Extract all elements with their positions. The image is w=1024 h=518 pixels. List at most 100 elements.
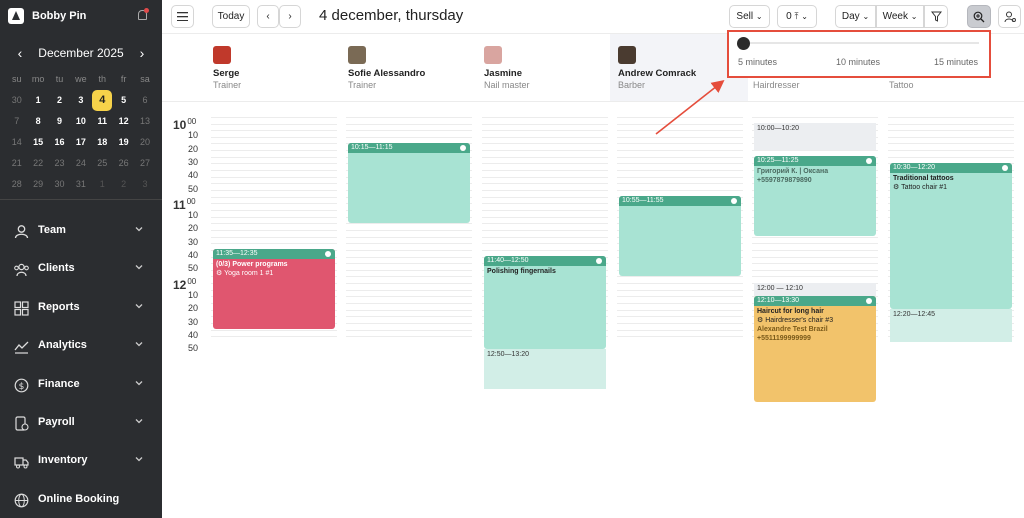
time-label: 10	[187, 130, 198, 141]
sidebar-item-team[interactable]: Team	[0, 212, 162, 250]
calendar-day[interactable]: 12	[113, 111, 134, 132]
appointment-card[interactable]: 11:40—12:50 Polishing fingernails	[484, 256, 606, 350]
grid-line	[211, 156, 337, 158]
sell-button[interactable]: Sell ⌄	[729, 5, 770, 28]
blocked-time-slot[interactable]: 10:00—10:20	[754, 123, 876, 150]
zoom-slider-track[interactable]	[741, 42, 979, 44]
calendar-day[interactable]: 1	[92, 174, 113, 195]
zoom-button[interactable]	[967, 5, 991, 28]
staff-role: Tattoo	[889, 80, 914, 90]
appointment-card[interactable]: 10:55—11:55	[619, 196, 741, 276]
sidebar-item-finance[interactable]: $ Finance	[0, 366, 162, 404]
calendar-day[interactable]: 30	[49, 174, 70, 195]
staff-column-header[interactable]: Jasmine Nail master	[484, 46, 614, 96]
sidebar-item-label: Payroll	[38, 416, 75, 428]
clock-icon	[1002, 164, 1008, 171]
calendar-day-selected[interactable]: 4	[92, 90, 113, 111]
calendar-day[interactable]: 16	[49, 132, 70, 153]
calendar-day[interactable]: 2	[113, 174, 134, 195]
weekday-label: tu	[55, 74, 64, 84]
grid-line	[346, 223, 472, 225]
calendar-day[interactable]: 11	[92, 111, 113, 132]
grid-line	[346, 336, 472, 338]
calendar-day[interactable]: 8	[27, 111, 48, 132]
calendar-day[interactable]: 9	[49, 111, 70, 132]
calendar-day[interactable]: 1	[27, 90, 48, 111]
grid-line	[211, 123, 337, 125]
calendar-day[interactable]: 25	[92, 153, 113, 174]
grid-line	[617, 283, 743, 285]
calendar-day[interactable]: 19	[113, 132, 134, 153]
filter-button[interactable]	[924, 5, 948, 28]
grid-line	[346, 289, 472, 291]
calendar-day[interactable]: 31	[70, 174, 91, 195]
blocked-time-slot[interactable]: 12:20—12:45	[890, 309, 1012, 343]
calendar-day[interactable]: 5	[113, 90, 134, 111]
calendar-day[interactable]: 30	[6, 90, 27, 111]
sidebar-item-clients[interactable]: Clients	[0, 250, 162, 288]
weekday-label: we	[75, 74, 87, 84]
calendar-day[interactable]: 23	[49, 153, 70, 174]
grid-line	[211, 223, 337, 225]
filter-count-button[interactable]: 0 ⤒ ⌄	[777, 5, 817, 28]
appointment-title: Григорий К. | Оксана	[757, 168, 829, 176]
user-settings-icon	[1004, 11, 1016, 23]
sidebar-item-online-booking[interactable]: Online Booking	[0, 481, 162, 518]
time-label: 50	[187, 343, 198, 354]
grid-line	[482, 229, 608, 231]
clock-icon	[460, 144, 466, 151]
calendar-day[interactable]: 7	[6, 111, 27, 132]
staff-settings-button[interactable]	[998, 5, 1021, 28]
grid-line	[482, 123, 608, 125]
calendar-day[interactable]: 26	[113, 153, 134, 174]
appointment-card[interactable]: 11:35—12:35 (0/3) Power programs ⚙ Yoga ro…	[213, 249, 335, 330]
calendar-day[interactable]: 22	[27, 153, 48, 174]
today-button[interactable]: Today	[212, 5, 250, 28]
calendar-day[interactable]: 21	[6, 153, 27, 174]
sidebar-item-inventory[interactable]: Inventory	[0, 442, 162, 480]
calendar-day[interactable]: 15	[27, 132, 48, 153]
calendar-day[interactable]: 2	[49, 90, 70, 111]
calendar-day[interactable]: 13	[134, 111, 155, 132]
time-label: 30	[187, 236, 198, 247]
calendar-day[interactable]: 3	[134, 174, 155, 195]
blocked-time-slot[interactable]: 12:50—13:20	[484, 349, 606, 389]
sidebar-item-payroll[interactable]: Payroll	[0, 404, 162, 442]
zoom-slider-handle[interactable]	[737, 37, 750, 50]
prev-day-button[interactable]: ‹	[257, 5, 279, 28]
appointment-card[interactable]: 10:25—11:25 Григорий К. | Оксана +55978798…	[754, 156, 876, 237]
time-label: 10	[187, 289, 198, 300]
grid-line	[888, 123, 1014, 125]
appointment-title: Polishing fingernails	[487, 268, 556, 275]
time-label: 30	[187, 316, 198, 327]
calendar-day[interactable]: 10	[70, 111, 91, 132]
sidebar-item-reports[interactable]: Reports	[0, 289, 162, 327]
calendar-day[interactable]: 29	[27, 174, 48, 195]
sidebar-item-analytics[interactable]: Analytics	[0, 327, 162, 365]
globe-icon	[14, 493, 29, 508]
appointment-card[interactable]: 10:30—12:20 Traditional tattoos ⚙ Tattoo c…	[890, 162, 1012, 310]
calendar-day[interactable]: 24	[70, 153, 91, 174]
calendar-day[interactable]: 17	[70, 132, 91, 153]
next-day-button[interactable]: ›	[279, 5, 301, 28]
appointment-card[interactable]: 12:10—13:30 Haircut for long hair ⚙ Hairdr…	[754, 295, 876, 403]
brand[interactable]: Bobby Pin	[8, 8, 86, 24]
appointment-card[interactable]: 10:15—11:15	[348, 142, 470, 223]
day-view-select[interactable]: Day ⌄	[835, 5, 876, 28]
calendar-day[interactable]: 3	[70, 90, 91, 111]
menu-button[interactable]	[171, 5, 194, 28]
week-view-select[interactable]: Week ⌄	[876, 5, 924, 28]
grid-line	[211, 190, 337, 191]
calendar-day[interactable]: 20	[134, 132, 155, 153]
next-month-button[interactable]: ›	[133, 44, 151, 62]
prev-month-button[interactable]: ‹	[11, 44, 29, 62]
calendar-day[interactable]: 18	[92, 132, 113, 153]
grid-line	[482, 249, 608, 251]
calendar-day[interactable]: 28	[6, 174, 27, 195]
calendar-day[interactable]: 6	[134, 90, 155, 111]
blocked-time-slot[interactable]: 12:00 — 12:10	[754, 282, 876, 296]
calendar-day[interactable]: 27	[134, 153, 155, 174]
calendar-day[interactable]: 14	[6, 132, 27, 153]
staff-column-header[interactable]: Serge Trainer	[213, 46, 343, 96]
staff-column-header[interactable]: Sofie Alessandro Trainer	[348, 46, 478, 96]
